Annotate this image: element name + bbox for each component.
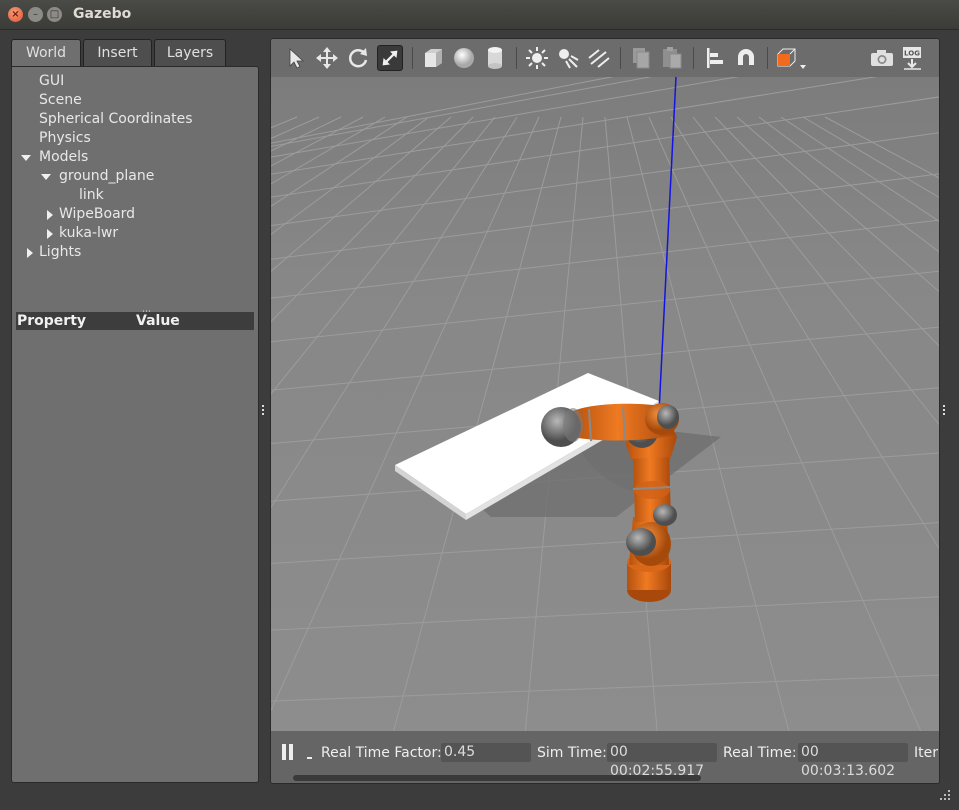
tree-item-spherical-coordinates[interactable]: Spherical Coordinates xyxy=(39,111,193,130)
toolbar-separator xyxy=(516,47,517,69)
toolbar-separator xyxy=(693,47,694,69)
screenshot-camera-icon[interactable] xyxy=(869,45,895,71)
resize-grip-icon[interactable] xyxy=(938,788,952,802)
pause-icon[interactable] xyxy=(281,743,295,761)
tree-item-lights[interactable]: Lights xyxy=(39,244,81,263)
copy-icon[interactable] xyxy=(628,45,654,71)
left-panel-collapse-handle[interactable] xyxy=(262,405,265,415)
status-scrollbar[interactable] xyxy=(293,775,701,781)
status-bar: Real Time Factor: 0.45 Sim Time: 00 00:0… xyxy=(271,731,939,783)
step-icon[interactable] xyxy=(307,757,313,761)
tree-item-link[interactable]: link xyxy=(79,187,104,206)
tree-item-ground-plane[interactable]: ground_plane xyxy=(59,168,154,187)
window-title: Gazebo xyxy=(73,6,132,22)
paste-icon[interactable] xyxy=(659,45,685,71)
real-time-factor-value: 0.45 xyxy=(441,743,531,762)
world-panel: GUI Scene Spherical Coordinates Physics … xyxy=(11,66,259,783)
toolbar-separator xyxy=(620,47,621,69)
point-light-icon[interactable] xyxy=(524,45,550,71)
3d-viewport[interactable] xyxy=(271,77,939,731)
rotate-icon[interactable] xyxy=(345,45,371,71)
select-arrow-icon[interactable] xyxy=(283,45,309,71)
collapse-arrow-icon[interactable] xyxy=(47,210,53,220)
snap-magnet-icon[interactable] xyxy=(733,45,759,71)
cylinder-icon[interactable] xyxy=(482,45,508,71)
spot-light-icon[interactable] xyxy=(555,45,581,71)
property-header: Property Value xyxy=(16,312,254,330)
directional-light-icon[interactable] xyxy=(586,45,612,71)
view-angle-icon[interactable] xyxy=(774,45,808,71)
box-icon[interactable] xyxy=(420,45,446,71)
tab-world[interactable]: World xyxy=(11,39,81,68)
translate-icon[interactable] xyxy=(314,45,340,71)
collapse-arrow-icon[interactable] xyxy=(47,229,53,239)
tree-item-wipeboard[interactable]: WipeBoard xyxy=(59,206,135,225)
log-icon[interactable]: LOG xyxy=(900,45,926,71)
expand-arrow-icon[interactable] xyxy=(21,155,31,161)
close-window-button[interactable]: × xyxy=(8,7,23,22)
collapse-arrow-icon[interactable] xyxy=(27,248,33,258)
svg-text:LOG: LOG xyxy=(904,50,920,58)
render-panel: LOG Real Time Factor: 0.45 Sim Time: 00 … xyxy=(270,38,940,784)
iterations-label: Iter xyxy=(914,745,938,761)
tab-layers[interactable]: Layers xyxy=(154,39,226,66)
tree-item-models[interactable]: Models xyxy=(39,149,88,168)
value-column-header[interactable]: Value xyxy=(136,312,180,330)
sim-time-value: 00 00:02:55.917 xyxy=(607,743,717,779)
toolbar: LOG xyxy=(271,39,939,77)
sphere-icon[interactable] xyxy=(451,45,477,71)
tab-insert[interactable]: Insert xyxy=(83,39,152,66)
title-bar: × – □ Gazebo xyxy=(0,0,959,30)
real-time-factor-label: Real Time Factor: xyxy=(321,745,442,761)
sim-time-label: Sim Time: xyxy=(537,745,607,761)
maximize-window-button[interactable]: □ xyxy=(47,7,62,22)
tree-item-kuka-lwr[interactable]: kuka-lwr xyxy=(59,225,118,244)
toolbar-separator xyxy=(767,47,768,69)
tree-item-scene[interactable]: Scene xyxy=(39,92,82,111)
real-time-label: Real Time: xyxy=(723,745,797,761)
expand-arrow-icon[interactable] xyxy=(41,174,51,180)
minimize-window-button[interactable]: – xyxy=(28,7,43,22)
right-panel-collapse-handle[interactable] xyxy=(943,405,946,415)
property-column-header[interactable]: Property xyxy=(17,312,86,330)
scale-icon[interactable] xyxy=(377,45,403,71)
real-time-value: 00 00:03:13.602 xyxy=(798,743,908,779)
tree-item-physics[interactable]: Physics xyxy=(39,130,91,149)
align-icon[interactable] xyxy=(702,45,728,71)
tree-item-gui[interactable]: GUI xyxy=(39,73,64,92)
toolbar-separator xyxy=(412,47,413,69)
